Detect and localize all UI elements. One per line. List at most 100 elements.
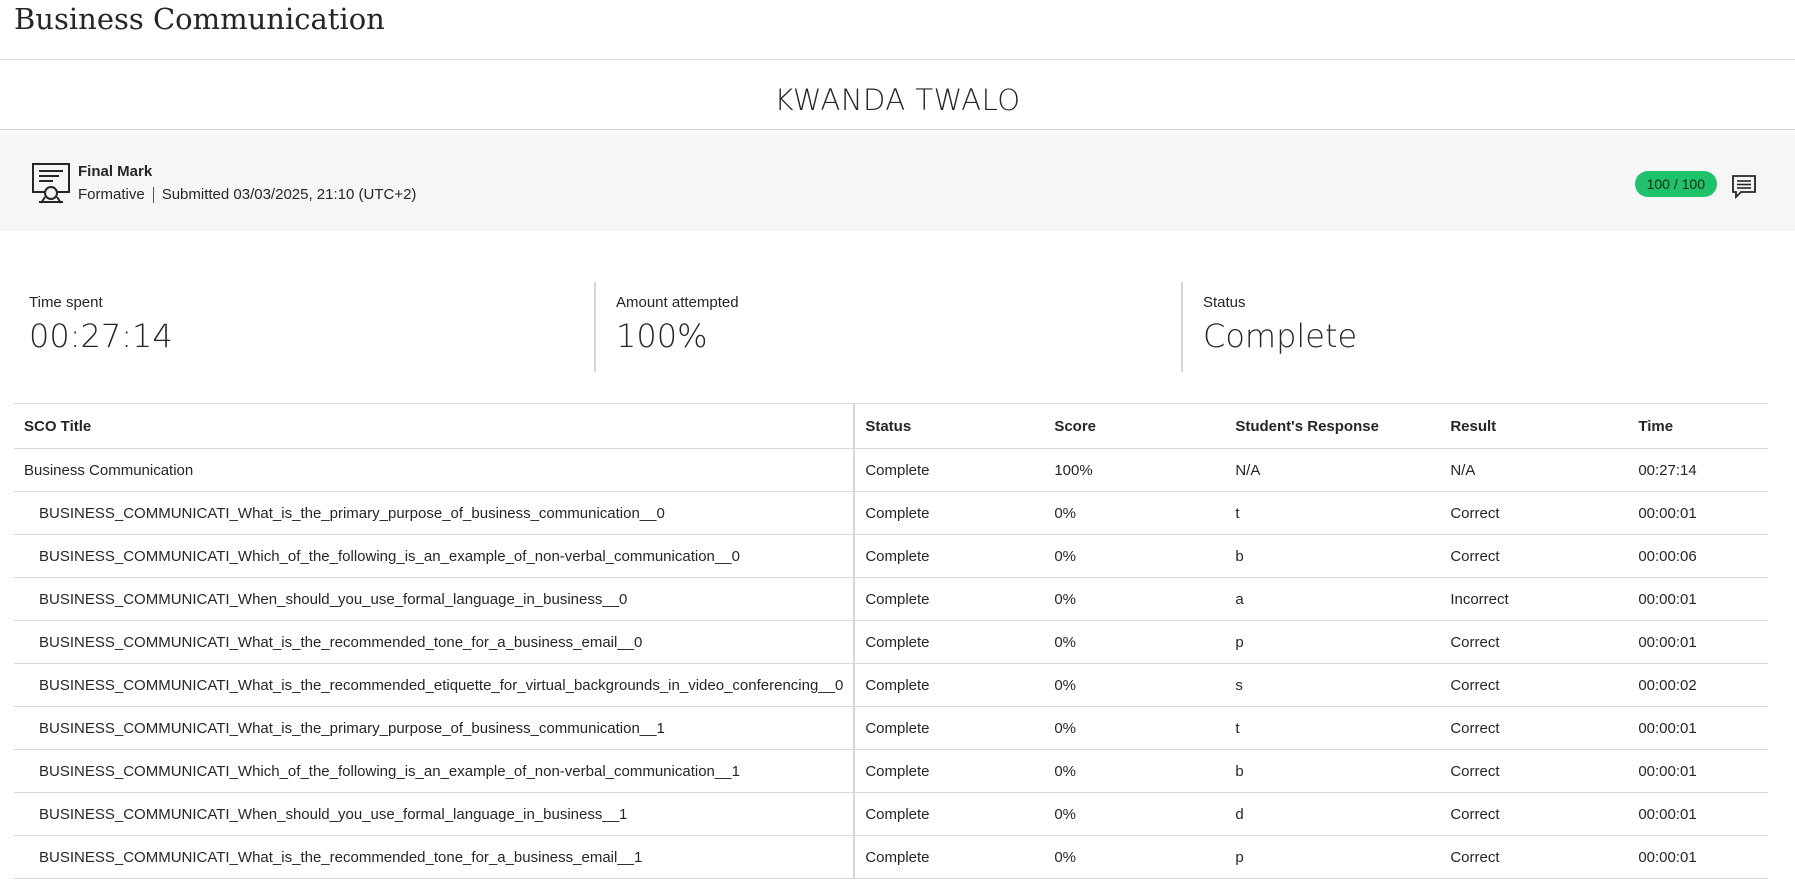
sco-title-cell: BUSINESS_COMMUNICATI_Which_of_the_follow…	[14, 749, 856, 793]
course-title: Business Communication	[14, 2, 385, 36]
response-cell: b	[1225, 749, 1441, 793]
status-cell: Complete	[854, 448, 1045, 492]
column-header-result: Result	[1440, 403, 1629, 449]
result-cell: Correct	[1440, 792, 1629, 836]
column-header-time: Time	[1628, 403, 1768, 449]
time-cell: 00:00:01	[1628, 491, 1768, 535]
time-cell: 00:00:01	[1628, 835, 1768, 879]
stat-status: Status Complete	[1181, 282, 1768, 372]
status-cell: Complete	[854, 706, 1045, 750]
response-cell: p	[1225, 835, 1441, 879]
score-cell: 0%	[1044, 534, 1226, 578]
status-cell: Complete	[854, 663, 1045, 707]
time-cell: 00:00:01	[1628, 620, 1768, 664]
response-cell: d	[1225, 792, 1441, 836]
status-cell: Complete	[854, 577, 1045, 621]
table-row: BUSINESS_COMMUNICATI_When_should_you_use…	[14, 792, 1768, 836]
result-cell: Incorrect	[1440, 577, 1629, 621]
response-cell: N/A	[1225, 448, 1441, 492]
status-cell: Complete	[854, 534, 1045, 578]
score-cell: 0%	[1044, 663, 1226, 707]
column-header-sco-title: SCO Title	[14, 403, 856, 449]
student-header: KWANDA TWALO	[0, 60, 1795, 130]
sco-title-cell: BUSINESS_COMMUNICATI_What_is_the_recomme…	[14, 620, 856, 664]
score-cell: 100%	[1044, 448, 1226, 492]
stat-amount-attempted: Amount attempted 100%	[594, 282, 1181, 372]
result-cell: Correct	[1440, 491, 1629, 535]
time-cell: 00:00:01	[1628, 749, 1768, 793]
sco-table-container: SCO Title Status Score Student's Respons…	[14, 403, 1768, 879]
time-cell: 00:00:01	[1628, 706, 1768, 750]
sco-title-cell: BUSINESS_COMMUNICATI_Which_of_the_follow…	[14, 534, 856, 578]
table-row: BUSINESS_COMMUNICATI_What_is_the_recomme…	[14, 663, 1768, 707]
table-row: BUSINESS_COMMUNICATI_What_is_the_recomme…	[14, 835, 1768, 879]
column-header-response: Student's Response	[1225, 403, 1441, 449]
status-cell: Complete	[854, 792, 1045, 836]
sco-title-cell: BUSINESS_COMMUNICATI_What_is_the_recomme…	[14, 835, 856, 879]
response-cell: t	[1225, 491, 1441, 535]
time-cell: 00:00:01	[1628, 792, 1768, 836]
result-cell: Correct	[1440, 706, 1629, 750]
sco-title-cell: BUSINESS_COMMUNICATI_What_is_the_recomme…	[14, 663, 856, 707]
final-mark-panel: Final Mark Formative Submitted 03/03/202…	[0, 134, 1795, 231]
stat-time-spent: Time spent 00:27:14	[14, 282, 594, 372]
table-row: BUSINESS_COMMUNICATI_Which_of_the_follow…	[14, 534, 1768, 578]
sco-title-cell: BUSINESS_COMMUNICATI_What_is_the_primary…	[14, 491, 856, 535]
time-cell: 00:00:02	[1628, 663, 1768, 707]
course-header: Business Communication	[0, 0, 1795, 60]
result-cell: Correct	[1440, 835, 1629, 879]
certificate-icon	[32, 163, 70, 204]
column-header-score: Score	[1044, 403, 1226, 449]
sco-title-cell: Business Communication	[14, 448, 856, 492]
sco-title-cell: BUSINESS_COMMUNICATI_What_is_the_primary…	[14, 706, 856, 750]
grade-badge: 100 / 100	[1634, 171, 1717, 197]
stat-label: Status	[1203, 294, 1246, 311]
table-header-row: SCO Title Status Score Student's Respons…	[14, 403, 1768, 449]
final-mark-title: Final Mark	[78, 163, 153, 180]
time-cell: 00:00:06	[1628, 534, 1768, 578]
score-cell: 0%	[1044, 577, 1226, 621]
stat-value: Complete	[1203, 317, 1358, 355]
stat-label: Time spent	[29, 294, 103, 311]
stat-value: 00:27:14	[29, 317, 173, 355]
table-row: Business Communication Complete 100% N/A…	[14, 448, 1768, 492]
table-row: BUSINESS_COMMUNICATI_What_is_the_recomme…	[14, 620, 1768, 664]
result-cell: Correct	[1440, 620, 1629, 664]
sco-title-cell: BUSINESS_COMMUNICATI_When_should_you_use…	[14, 577, 856, 621]
response-cell: b	[1225, 534, 1441, 578]
result-cell: Correct	[1440, 663, 1629, 707]
status-cell: Complete	[854, 620, 1045, 664]
time-cell: 00:27:14	[1628, 448, 1768, 492]
status-cell: Complete	[854, 749, 1045, 793]
status-cell: Complete	[854, 491, 1045, 535]
response-cell: a	[1225, 577, 1441, 621]
response-cell: p	[1225, 620, 1441, 664]
assessment-type: Formative	[78, 186, 145, 203]
score-cell: 0%	[1044, 835, 1226, 879]
attempt-summary: Time spent 00:27:14 Amount attempted 100…	[14, 282, 1768, 372]
submission-date: Submitted 03/03/2025, 21:10 (UTC+2)	[161, 186, 417, 203]
student-name: KWANDA TWALO	[774, 82, 1021, 117]
column-header-status: Status	[854, 403, 1045, 449]
feedback-comment-icon[interactable]	[1731, 174, 1757, 200]
stat-value: 100%	[616, 317, 708, 355]
result-cell: Correct	[1440, 749, 1629, 793]
time-cell: 00:00:01	[1628, 577, 1768, 621]
stat-label: Amount attempted	[616, 294, 739, 311]
table-row: BUSINESS_COMMUNICATI_What_is_the_primary…	[14, 706, 1768, 750]
response-cell: s	[1225, 663, 1441, 707]
score-cell: 0%	[1044, 749, 1226, 793]
score-cell: 0%	[1044, 792, 1226, 836]
table-row: BUSINESS_COMMUNICATI_Which_of_the_follow…	[14, 749, 1768, 793]
response-cell: t	[1225, 706, 1441, 750]
sco-title-cell: BUSINESS_COMMUNICATI_When_should_you_use…	[14, 792, 856, 836]
meta-divider	[152, 186, 154, 203]
score-cell: 0%	[1044, 491, 1226, 535]
result-cell: N/A	[1440, 448, 1629, 492]
score-cell: 0%	[1044, 620, 1226, 664]
score-cell: 0%	[1044, 706, 1226, 750]
final-mark-meta: Formative Submitted 03/03/2025, 21:10 (U…	[78, 186, 416, 203]
status-cell: Complete	[854, 835, 1045, 879]
result-cell: Correct	[1440, 534, 1629, 578]
sco-results-table: SCO Title Status Score Student's Respons…	[14, 403, 1768, 879]
